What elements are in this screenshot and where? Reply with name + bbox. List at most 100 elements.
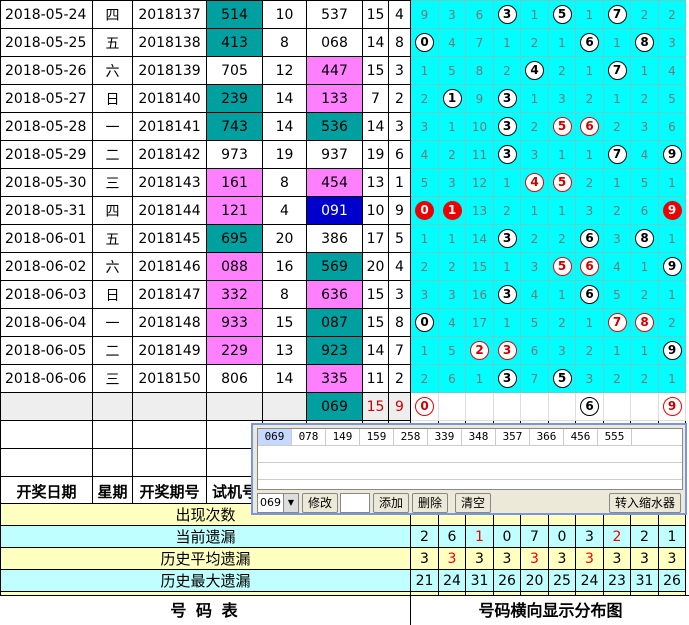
weekday: 二: [92, 336, 133, 365]
list-item[interactable]: 555: [598, 429, 632, 445]
key-value: 1: [388, 168, 411, 197]
dist-cell: [465, 392, 494, 421]
dist-cell: 1: [548, 140, 576, 169]
issue-number: 2018140: [132, 84, 207, 113]
stats-value: 3: [410, 547, 439, 570]
dist-cell: 1: [493, 252, 521, 281]
empty-cell: [92, 420, 133, 449]
key-value: 9: [388, 196, 411, 225]
number-ball: 4: [525, 61, 544, 80]
draw-date: 2018-05-30: [0, 168, 93, 197]
list-item[interactable]: 348: [462, 429, 496, 445]
stats-row: 当前遗漏 2 6 1 0 7 0 3 2 2 1: [0, 525, 686, 548]
stats-value: 21: [410, 569, 439, 592]
draw-number: 068: [306, 28, 363, 57]
number-ball: 0: [415, 33, 434, 52]
predicted-key: 9: [388, 392, 411, 421]
table-row: 2018-06-05 二 2018149 229 13 923 14 7 1 5 2 3 6 3 2 1 1 9: [0, 336, 686, 365]
edit-button[interactable]: 修改: [302, 493, 338, 513]
empty-cell: [262, 392, 307, 421]
list-item[interactable]: 078: [292, 429, 326, 445]
draw-date: 2018-06-01: [0, 224, 93, 253]
list-item[interactable]: 258: [394, 429, 428, 445]
weekday: 六: [92, 56, 133, 85]
prediction-list[interactable]: 069 078 149 159 258 339 348 357 366 456 555: [257, 428, 683, 490]
dist-cell: 8: [630, 28, 659, 57]
dist-cell: 6: [630, 196, 659, 225]
dist-cell: 1: [630, 252, 659, 281]
list-item[interactable]: 159: [360, 429, 394, 445]
chevron-down-icon[interactable]: ▼: [283, 494, 298, 512]
add-button[interactable]: 添加: [373, 493, 409, 513]
dist-cell: 4: [630, 140, 659, 169]
issue-header: 开奖期号: [132, 476, 207, 506]
sum-value: 19: [362, 140, 389, 169]
number-input[interactable]: [340, 493, 370, 513]
list-item[interactable]: 357: [496, 429, 530, 445]
issue-number: 2018146: [132, 252, 207, 281]
dist-cell: 1: [603, 336, 631, 365]
test-number: 743: [206, 112, 263, 141]
span-value: 19: [262, 140, 307, 169]
list-item[interactable]: 339: [428, 429, 462, 445]
stats-value: 3: [438, 547, 466, 570]
dist-cell: 3: [493, 280, 521, 309]
draw-date: 2018-05-27: [0, 84, 93, 113]
stats-value: 31: [465, 569, 494, 592]
dist-cell: 7: [603, 56, 631, 85]
dist-cell: 2: [630, 364, 659, 393]
number-ball: 5: [552, 117, 572, 136]
date-header: 开奖日期: [0, 476, 93, 506]
key-value: 5: [388, 224, 411, 253]
number-ball: 7: [607, 313, 627, 332]
dist-cell: 2: [603, 364, 631, 393]
dist-cell: 5: [548, 0, 576, 29]
empty-cell: [92, 448, 133, 477]
number-ball: 3: [497, 229, 517, 248]
list-item[interactable]: 149: [326, 429, 360, 445]
issue-number: 2018150: [132, 364, 207, 393]
key-value: 3: [388, 280, 411, 309]
sum-value: 14: [362, 336, 389, 365]
number-ball: 3: [497, 341, 517, 360]
list-item[interactable]: 069: [258, 429, 292, 445]
prediction-popup: 069 078 149 159 258 339 348 357 366 456 555 069 ▼ 修…: [251, 423, 687, 515]
empty-cell: [0, 448, 93, 477]
draw-date: 2018-05-29: [0, 140, 93, 169]
dist-cell: 2: [520, 224, 549, 253]
span-value: 15: [262, 308, 307, 337]
test-number: 121: [206, 196, 263, 225]
dist-cell: 5: [410, 168, 439, 197]
sum-value: 15: [362, 56, 389, 85]
dist-cell: 1: [603, 28, 631, 57]
draw-number: 937: [306, 140, 363, 169]
span-value: 14: [262, 112, 307, 141]
dist-cell: 9: [658, 140, 686, 169]
number-combo[interactable]: 069 ▼: [257, 493, 299, 513]
weekday: 日: [92, 84, 133, 113]
dist-cell: 1: [438, 224, 466, 253]
number-ball: 0: [415, 313, 434, 332]
dist-cell: 1: [575, 140, 604, 169]
table-row: 2018-06-04 一 2018148 933 15 087 15 8 0 4 17 1 5 2 1 7 8 2: [0, 308, 686, 337]
key-value: 8: [388, 308, 411, 337]
list-item[interactable]: 366: [530, 429, 564, 445]
span-value: 10: [262, 0, 307, 29]
number-ball: 3: [497, 117, 517, 136]
dist-cell: 1: [465, 364, 494, 393]
sum-value: 14: [362, 28, 389, 57]
number-ball: 9: [662, 201, 682, 220]
delete-button[interactable]: 删除: [412, 493, 448, 513]
key-value: 3: [388, 56, 411, 85]
dist-cell: 9: [465, 84, 494, 113]
clear-button[interactable]: 清空: [455, 493, 491, 513]
list-item[interactable]: 456: [564, 429, 598, 445]
table-row: 2018-06-03 日 2018147 332 8 636 15 3 3 3 16 3 4 1 6 5 2 1: [0, 280, 686, 309]
footer: 号 码 表 号码横向显示分布图: [0, 595, 689, 625]
weekday: 一: [92, 112, 133, 141]
draw-date: 2018-05-25: [0, 28, 93, 57]
shrink-button[interactable]: 转入缩水器: [609, 493, 681, 513]
key-value: 8: [388, 28, 411, 57]
test-number: 695: [206, 224, 263, 253]
dist-cell: 5: [630, 168, 659, 197]
